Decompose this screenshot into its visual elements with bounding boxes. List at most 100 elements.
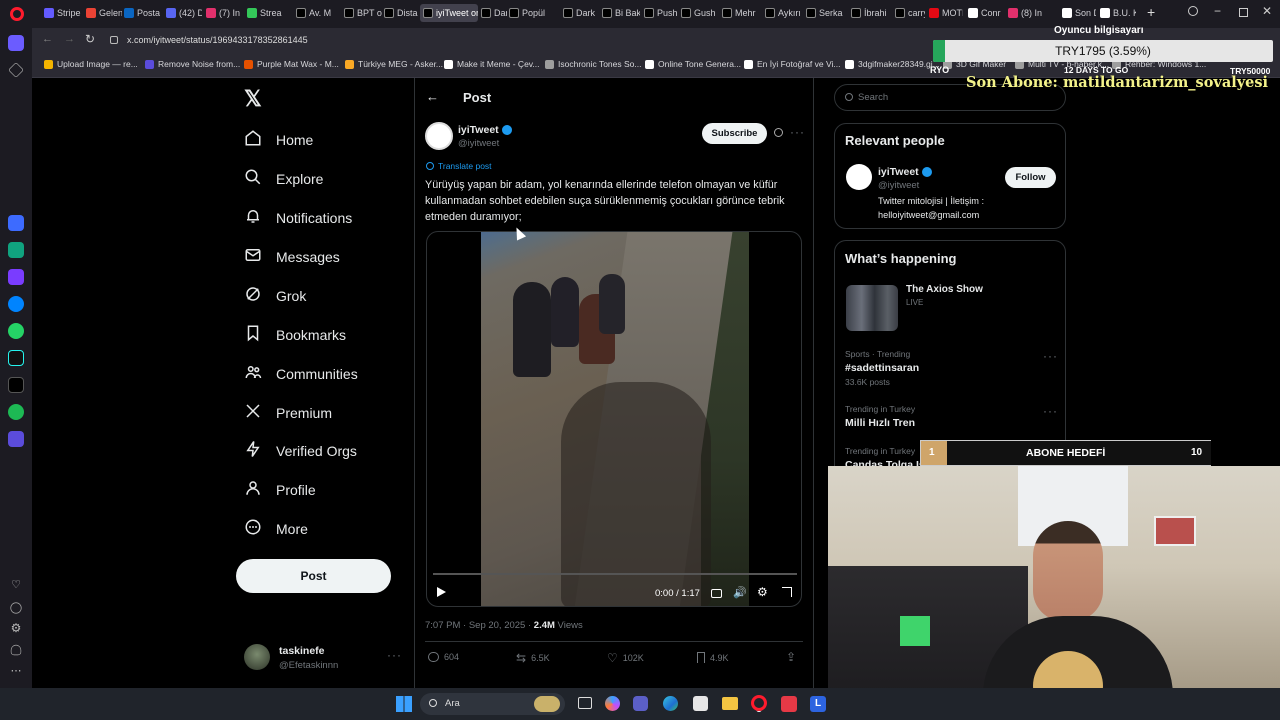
post-button[interactable]: Post [236,559,391,593]
trend-more-icon[interactable]: ··· [1043,349,1058,363]
browser-tab[interactable]: B.U. K [1100,4,1136,22]
copilot-icon[interactable] [605,696,620,711]
fullscreen-icon[interactable] [782,587,792,597]
app-taskbar-icon[interactable] [781,696,797,712]
account-more-icon[interactable]: ··· [387,648,402,662]
nav-item-explore[interactable]: Explore [244,168,323,189]
bookmark-button[interactable]: 4.9K [697,652,729,663]
reload-icon[interactable]: ↻ [85,32,95,46]
tiktok-sidebar-icon[interactable] [8,350,24,366]
share-icon[interactable]: ⇪ [786,650,796,664]
post-more-icon[interactable]: ··· [790,125,805,139]
bookmark-item[interactable]: Online Tone Genera... [645,59,741,69]
close-window-button[interactable]: ✕ [1262,4,1272,18]
person-avatar[interactable] [846,164,872,190]
nav-item-grok[interactable]: Grok [244,285,306,306]
chatgpt-sidebar-icon[interactable] [8,242,24,258]
taskbar-search[interactable]: Ara [420,693,565,715]
live-thumbnail[interactable] [846,285,898,331]
browser-tab[interactable]: Conr [968,4,1004,22]
bookmark-item[interactable]: 3dgifmaker28349.gi... [845,59,940,69]
browser-tab[interactable]: Aykırı [765,4,803,22]
trend-item[interactable]: Sports · Trending #sadettinsaran 33.6K pos… [845,349,1057,387]
translate-link[interactable]: Translate post [426,161,492,171]
home-sidebar-icon[interactable] [8,35,24,51]
store-icon[interactable] [693,696,708,711]
browser-tab[interactable]: (7) In [206,4,244,22]
follow-button[interactable]: Follow [1005,167,1056,188]
video-player[interactable]: 0:00 / 1:17 🔊 ⚙ [426,231,802,607]
spotify-sidebar-icon[interactable] [8,404,24,420]
browser-tab[interactable]: (42) D [166,4,202,22]
author-name[interactable]: iyiTweet [458,124,512,136]
lightbulb-sidebar-icon[interactable] [10,644,22,656]
browser-tab[interactable]: Av. M [296,4,336,22]
aria-sidebar-icon[interactable] [8,215,24,231]
nav-item-communities[interactable]: Communities [244,363,358,384]
live-show-title[interactable]: The Axios Show [906,284,983,295]
browser-tab[interactable]: Gelen [86,4,122,22]
url-field[interactable]: x.com/iyitweet/status/196943317835286144… [127,35,308,45]
x-logo-icon[interactable]: 𝕏 [244,86,262,112]
bookmark-item[interactable]: Türkiye MEG - Asker... [345,59,443,69]
repost-button[interactable]: ⇆ 6.5K [516,651,550,665]
browser-tab[interactable]: Strea [247,4,287,22]
forward-arrow-icon[interactable]: → [64,33,75,45]
history-sidebar-icon[interactable] [10,602,22,614]
opera-taskbar-icon[interactable] [751,695,767,711]
browser-tab[interactable]: Dista [384,4,418,22]
cs-sidebar-icon[interactable] [8,269,24,285]
site-info-icon[interactable] [110,36,118,44]
author-avatar[interactable] [425,122,453,150]
l-taskbar-icon[interactable]: L [810,696,826,712]
subscribe-button[interactable]: Subscribe [702,123,767,144]
trend-more-icon[interactable]: ··· [1043,404,1058,418]
browser-tab[interactable]: DarkV [481,4,507,22]
settings-sidebar-icon[interactable]: ⚙ [8,621,24,637]
heart-sidebar-icon[interactable]: ♡ [8,578,24,594]
browser-tab[interactable]: Popül [509,4,557,22]
browser-tab[interactable]: Posta [124,4,162,22]
person-name[interactable]: iyiTweet [878,166,932,178]
browser-tab[interactable]: İbrahi [851,4,889,22]
minimize-button[interactable]: − [1214,4,1221,18]
nav-item-verified-orgs[interactable]: Verified Orgs [244,440,357,461]
maximize-button[interactable] [1239,8,1248,17]
settings-icon[interactable]: ⚙ [757,585,768,599]
bookmark-item[interactable]: Make it Meme - Çev... [444,59,540,69]
new-tab-button[interactable]: + [1147,4,1155,20]
search-tabs-icon[interactable] [1188,6,1198,16]
nav-item-home[interactable]: Home [244,129,313,150]
start-button-icon[interactable] [396,696,412,712]
messenger-sidebar-icon[interactable] [8,296,24,312]
browser-tab[interactable]: Serka [806,4,848,22]
account-switcher[interactable]: taskinefe @Efetaskinnn ··· [244,644,404,674]
browser-tab[interactable]: Bi Bak [602,4,640,22]
nav-item-notifications[interactable]: Notifications [244,207,352,228]
browser-tab[interactable]: (8) In [1008,4,1044,22]
more-sidebar-icon[interactable]: ⋯ [8,664,24,680]
bookmark-item[interactable]: Remove Noise from... [145,59,240,69]
video-progress-track[interactable] [433,573,797,575]
edge-icon[interactable] [663,696,678,711]
whatsapp-sidebar-icon[interactable] [8,323,24,339]
nav-item-messages[interactable]: Messages [244,246,340,267]
bookmark-item[interactable]: En İyi Fotoğraf ve Vi... [744,59,840,69]
play-icon[interactable] [437,587,446,597]
browser-tab[interactable]: MOTI [929,4,963,22]
browser-tab[interactable]: Dark [563,4,599,22]
task-view-icon[interactable] [578,697,592,709]
browser-tab[interactable]: Gush [681,4,719,22]
browser-tab[interactable]: Son D [1062,4,1096,22]
star-sidebar-icon[interactable] [8,62,24,78]
file-explorer-icon[interactable] [722,697,738,710]
grok-icon[interactable] [774,128,783,137]
trend-item[interactable]: Trending in Turkey Milli Hızlı Tren ··· [845,404,1057,432]
browser-tab[interactable]: carry [895,4,925,22]
volume-icon[interactable]: 🔊 [733,586,747,599]
reply-button[interactable]: 604 [428,652,459,662]
nav-item-bookmarks[interactable]: Bookmarks [244,324,346,345]
like-button[interactable]: ♡ 102K [607,651,644,665]
bookmark-item[interactable]: Upload Image — re... [44,59,138,69]
browser-tab[interactable]: iyiTweet on [420,4,478,22]
